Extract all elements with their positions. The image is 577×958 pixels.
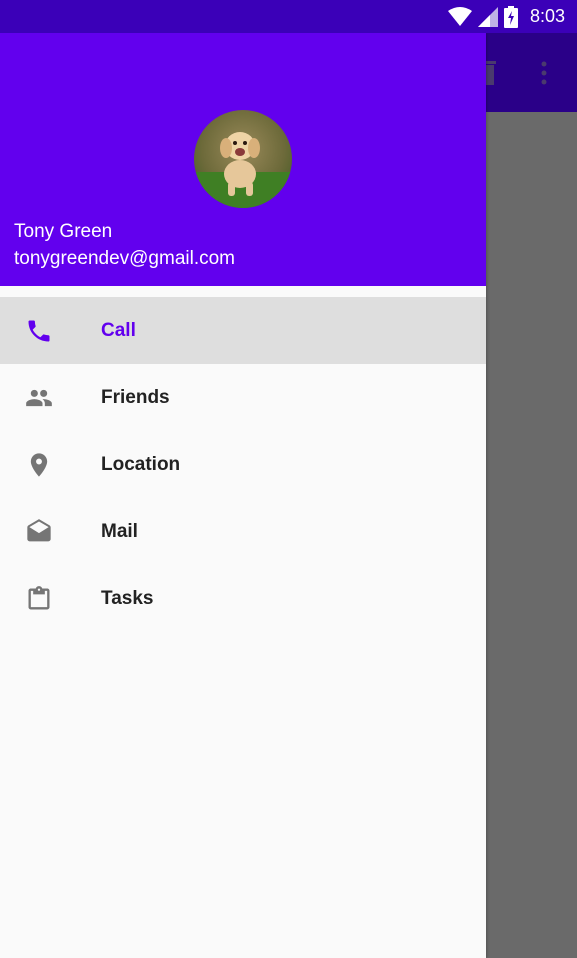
status-time: 8:03: [529, 6, 565, 26]
menu-item-tasks[interactable]: Tasks: [0, 565, 486, 632]
drawer-header: Tony Green tonygreendev@gmail.com: [0, 33, 486, 286]
mail-icon: [22, 517, 56, 547]
menu-label-location: Location: [101, 453, 181, 475]
navigation-drawer: Tony Green tonygreendev@gmail.com Call F…: [0, 33, 486, 958]
menu-item-mail[interactable]: Mail: [0, 498, 486, 565]
menu-label-call: Call: [101, 319, 136, 341]
people-icon: [22, 383, 56, 413]
menu-label-tasks: Tasks: [101, 587, 154, 609]
more-vert-icon: [541, 61, 547, 85]
menu-item-call[interactable]: Call: [0, 297, 486, 364]
location-pin-icon: [22, 450, 56, 480]
phone-icon: [22, 316, 56, 346]
wifi-icon: [447, 6, 472, 26]
status-bar: 8:03: [0, 0, 577, 33]
avatar[interactable]: [194, 110, 292, 208]
status-icons: 8:03: [447, 0, 565, 33]
menu-item-friends[interactable]: Friends: [0, 364, 486, 431]
user-name: Tony Green: [14, 221, 113, 242]
drawer-menu: Call Friends Location Mail Tasks: [0, 297, 486, 632]
app-bar-behind-drawer: [480, 33, 577, 112]
signal-icon: [477, 6, 498, 27]
user-email: tonygreendev@gmail.com: [14, 248, 236, 269]
menu-label-mail: Mail: [101, 520, 138, 542]
clipboard-icon: [22, 584, 56, 614]
battery-charging-icon: [503, 5, 518, 28]
menu-item-location[interactable]: Location: [0, 431, 486, 498]
puppy-photo: [194, 110, 292, 208]
menu-label-friends: Friends: [101, 386, 170, 408]
